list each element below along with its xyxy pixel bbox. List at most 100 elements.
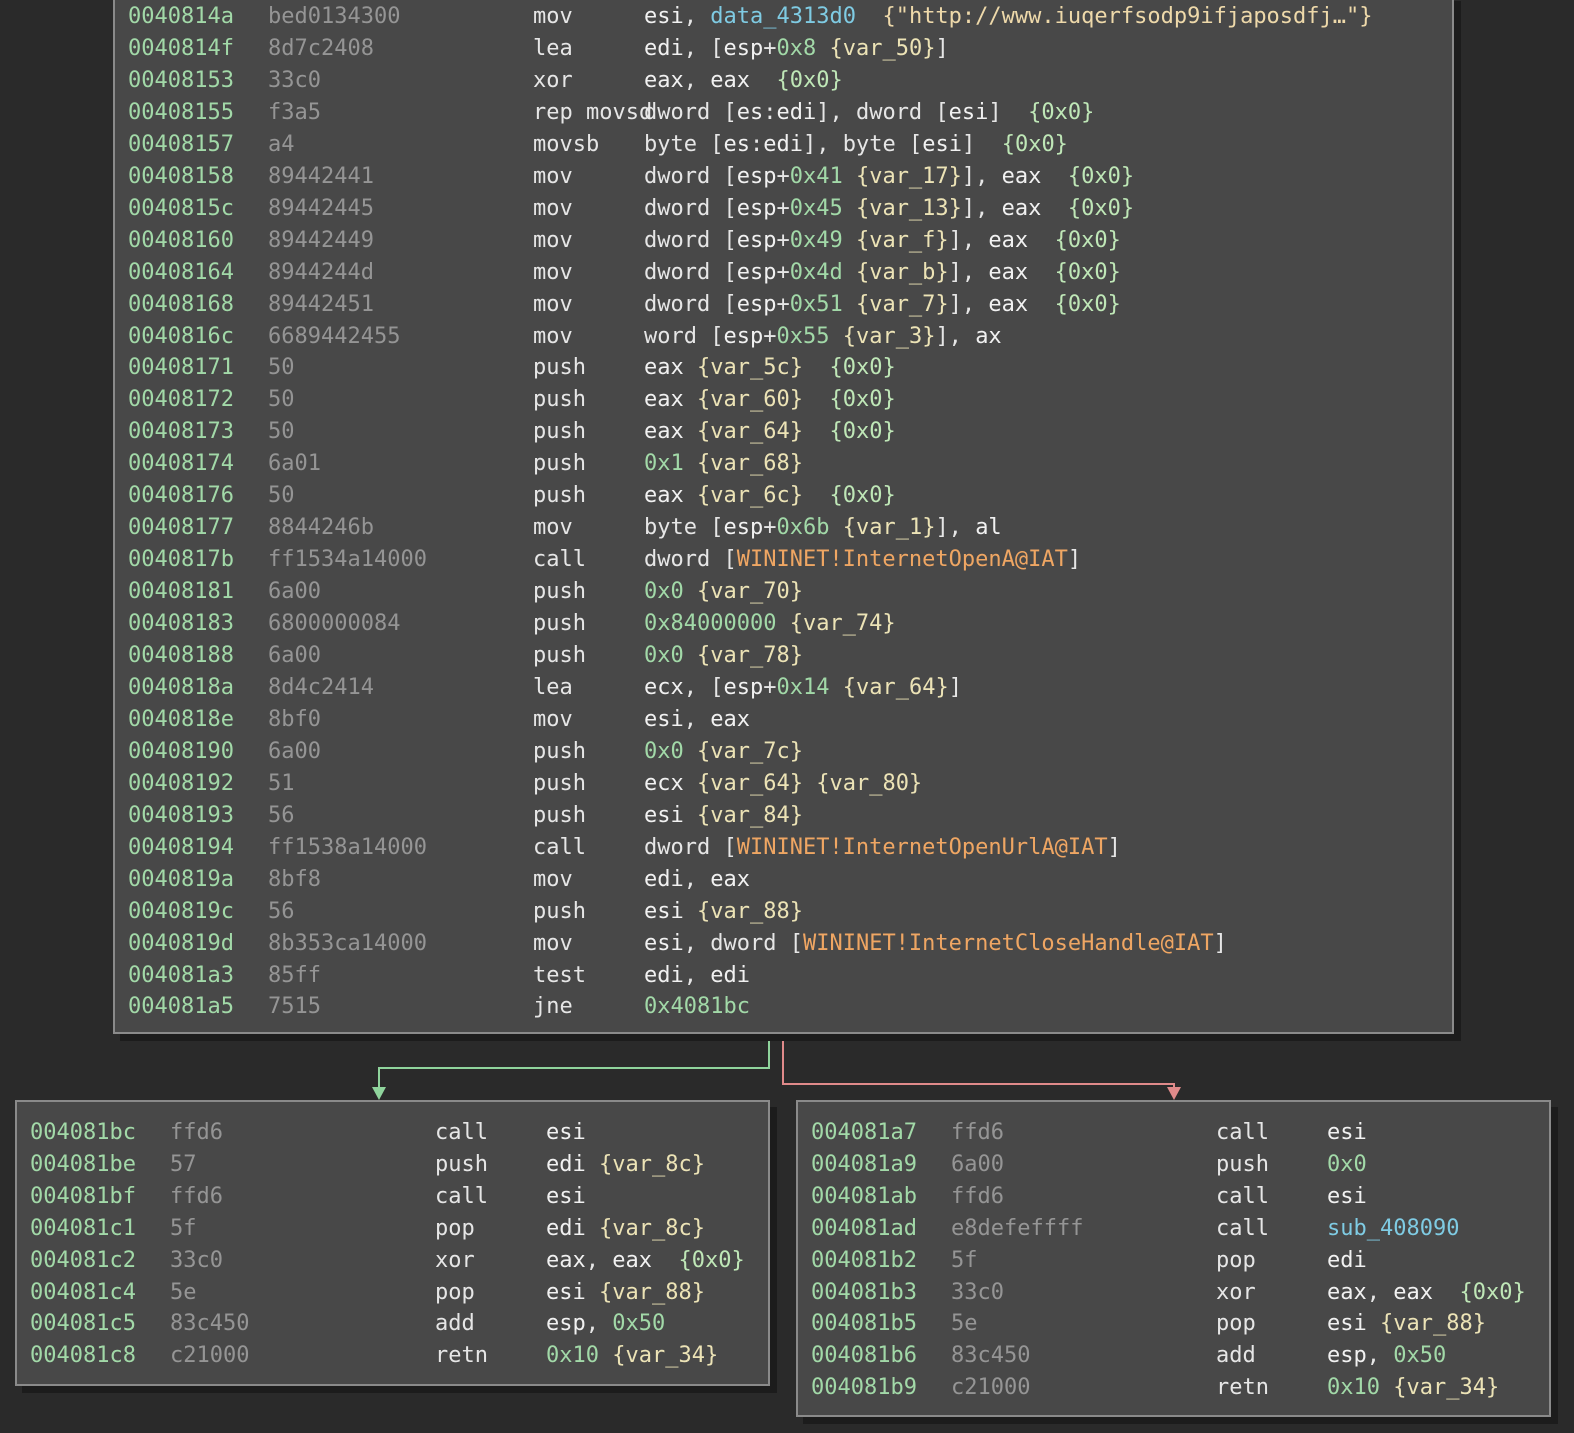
instruction-row[interactable]: 004081bc ffd6 call esi bbox=[17, 1117, 768, 1149]
instruction-address[interactable]: 0040819d bbox=[128, 928, 234, 960]
instruction-row[interactable]: 004081ab ffd6 call esi bbox=[798, 1181, 1549, 1213]
instruction-row[interactable]: 004081a5 7515 jne 0x4081bc bbox=[115, 991, 1452, 1023]
instruction-row[interactable]: 00408168 89442451 mov dword [esp+0x51 {var_… bbox=[115, 289, 1452, 321]
instruction-address[interactable]: 0040819c bbox=[128, 896, 234, 928]
instruction-row[interactable]: 0040817b ff1534a14000 call dword [WININET!I… bbox=[115, 544, 1452, 576]
instruction-address[interactable]: 00408192 bbox=[128, 768, 234, 800]
instruction-address[interactable]: 004081b2 bbox=[811, 1245, 917, 1277]
instruction-row[interactable]: 004081c1 5f pop edi {var_8c} bbox=[17, 1213, 768, 1245]
instruction-row[interactable]: 004081b9 c21000 retn 0x10 {var_34} bbox=[798, 1372, 1549, 1404]
instruction-address[interactable]: 004081c4 bbox=[30, 1277, 136, 1309]
operand-token-imp[interactable]: WININET!InternetCloseHandle@IAT bbox=[803, 931, 1214, 956]
instruction-address[interactable]: 00408153 bbox=[128, 65, 234, 97]
instruction-row[interactable]: 00408155 f3a5 rep movsd dword [es:edi], dwo… bbox=[115, 97, 1452, 129]
instruction-address[interactable]: 004081b9 bbox=[811, 1372, 917, 1404]
instruction-address[interactable]: 00408157 bbox=[128, 129, 234, 161]
instruction-address[interactable]: 00408155 bbox=[128, 97, 234, 129]
instruction-row[interactable]: 00408176 50 push eax {var_6c} {0x0} bbox=[115, 480, 1452, 512]
instruction-row[interactable]: 0040814a bed0134300 mov esi, data_4313d0 {"… bbox=[115, 1, 1452, 33]
instruction-row[interactable]: 004081b6 83c450 add esp, 0x50 bbox=[798, 1340, 1549, 1372]
instruction-row[interactable]: 0040815c 89442445 mov dword [esp+0x45 {var_… bbox=[115, 193, 1452, 225]
instruction-row[interactable]: 004081c8 c21000 retn 0x10 {var_34} bbox=[17, 1340, 768, 1372]
instruction-address[interactable]: 004081b6 bbox=[811, 1340, 917, 1372]
basic-block-004081a7[interactable]: 004081a7 ffd6 call esi 004081a9 6a00 push 0x0 00… bbox=[796, 1100, 1551, 1417]
instruction-row[interactable]: 004081be 57 push edi {var_8c} bbox=[17, 1149, 768, 1181]
instruction-address[interactable]: 00408177 bbox=[128, 512, 234, 544]
instruction-address[interactable]: 00408176 bbox=[128, 480, 234, 512]
instruction-address[interactable]: 0040814f bbox=[128, 33, 234, 65]
instruction-row[interactable]: 00408171 50 push eax {var_5c} {0x0} bbox=[115, 352, 1452, 384]
instruction-address[interactable]: 0040815c bbox=[128, 193, 234, 225]
instruction-address[interactable]: 004081bf bbox=[30, 1181, 136, 1213]
instruction-row[interactable]: 004081bf ffd6 call esi bbox=[17, 1181, 768, 1213]
instruction-row[interactable]: 004081a9 6a00 push 0x0 bbox=[798, 1149, 1549, 1181]
instruction-address[interactable]: 00408193 bbox=[128, 800, 234, 832]
instruction-address[interactable]: 0040814a bbox=[128, 1, 234, 33]
instruction-address[interactable]: 00408174 bbox=[128, 448, 234, 480]
instruction-row[interactable]: 0040818e 8bf0 mov esi, eax bbox=[115, 704, 1452, 736]
instruction-row[interactable]: 0040819d 8b353ca14000 mov esi, dword [WININ… bbox=[115, 928, 1452, 960]
instruction-row[interactable]: 00408160 89442449 mov dword [esp+0x49 {var_… bbox=[115, 225, 1452, 257]
instruction-address[interactable]: 00408181 bbox=[128, 576, 234, 608]
instruction-address[interactable]: 004081c1 bbox=[30, 1213, 136, 1245]
instruction-row[interactable]: 00408181 6a00 push 0x0 {var_70} bbox=[115, 576, 1452, 608]
instruction-address[interactable]: 004081b5 bbox=[811, 1308, 917, 1340]
instruction-row[interactable]: 0040819a 8bf8 mov edi, eax bbox=[115, 864, 1452, 896]
instruction-address[interactable]: 004081be bbox=[30, 1149, 136, 1181]
instruction-row[interactable]: 00408188 6a00 push 0x0 {var_78} bbox=[115, 640, 1452, 672]
instruction-row[interactable]: 00408193 56 push esi {var_84} bbox=[115, 800, 1452, 832]
operand-token-data[interactable]: data_4313d0 bbox=[710, 4, 856, 29]
instruction-row[interactable]: 004081a7 ffd6 call esi bbox=[798, 1117, 1549, 1149]
instruction-row[interactable]: 0040814f 8d7c2408 lea edi, [esp+0x8 {var_50… bbox=[115, 33, 1452, 65]
instruction-address[interactable]: 00408158 bbox=[128, 161, 234, 193]
instruction-address[interactable]: 004081bc bbox=[30, 1117, 136, 1149]
instruction-address[interactable]: 0040818e bbox=[128, 704, 234, 736]
instruction-address[interactable]: 00408172 bbox=[128, 384, 234, 416]
instruction-row[interactable]: 004081c4 5e pop esi {var_88} bbox=[17, 1277, 768, 1309]
instruction-address[interactable]: 004081ab bbox=[811, 1181, 917, 1213]
instruction-address[interactable]: 00408190 bbox=[128, 736, 234, 768]
instruction-address[interactable]: 004081c5 bbox=[30, 1308, 136, 1340]
instruction-row[interactable]: 004081b2 5f pop edi bbox=[798, 1245, 1549, 1277]
operand-token-imp[interactable]: WININET!InternetOpenA@IAT bbox=[737, 547, 1068, 572]
instruction-address[interactable]: 004081a7 bbox=[811, 1117, 917, 1149]
instruction-row[interactable]: 0040819c 56 push esi {var_88} bbox=[115, 896, 1452, 928]
instruction-address[interactable]: 004081a5 bbox=[128, 991, 234, 1023]
operand-token-fn[interactable]: sub_408090 bbox=[1327, 1216, 1459, 1241]
instruction-address[interactable]: 0040816c bbox=[128, 321, 234, 353]
basic-block-004081bc[interactable]: 004081bc ffd6 call esi 004081be 57 push edi {va… bbox=[15, 1100, 770, 1386]
instruction-address[interactable]: 0040817b bbox=[128, 544, 234, 576]
instruction-row[interactable]: 00408157 a4 movsb byte [es:edi], byte [esi]… bbox=[115, 129, 1452, 161]
instruction-address[interactable]: 004081c2 bbox=[30, 1245, 136, 1277]
instruction-address[interactable]: 00408160 bbox=[128, 225, 234, 257]
instruction-address[interactable]: 004081ad bbox=[811, 1213, 917, 1245]
instruction-address[interactable]: 00408171 bbox=[128, 352, 234, 384]
operand-token-imp[interactable]: WININET!InternetOpenUrlA@IAT bbox=[737, 835, 1108, 860]
basic-block-0040814a[interactable]: 0040814a bed0134300 mov esi, data_4313d0 {"… bbox=[113, 0, 1454, 1034]
instruction-row[interactable]: 0040818a 8d4c2414 lea ecx, [esp+0x14 {var_6… bbox=[115, 672, 1452, 704]
instruction-row[interactable]: 00408164 8944244d mov dword [esp+0x4d {var_… bbox=[115, 257, 1452, 289]
instruction-address[interactable]: 004081a3 bbox=[128, 960, 234, 992]
instruction-row[interactable]: 00408192 51 push ecx {var_64} {var_80} bbox=[115, 768, 1452, 800]
instruction-address[interactable]: 0040818a bbox=[128, 672, 234, 704]
instruction-row[interactable]: 0040816c 6689442455 mov word [esp+0x55 {var… bbox=[115, 321, 1452, 353]
instruction-row[interactable]: 00408172 50 push eax {var_60} {0x0} bbox=[115, 384, 1452, 416]
instruction-row[interactable]: 00408158 89442441 mov dword [esp+0x41 {var_… bbox=[115, 161, 1452, 193]
instruction-row[interactable]: 004081b5 5e pop esi {var_88} bbox=[798, 1308, 1549, 1340]
instruction-address[interactable]: 00408168 bbox=[128, 289, 234, 321]
instruction-row[interactable]: 00408153 33c0 xor eax, eax {0x0} bbox=[115, 65, 1452, 97]
instruction-row[interactable]: 00408183 6800000084 push 0x84000000 {var_74… bbox=[115, 608, 1452, 640]
instruction-row[interactable]: 00408174 6a01 push 0x1 {var_68} bbox=[115, 448, 1452, 480]
instruction-address[interactable]: 004081b3 bbox=[811, 1277, 917, 1309]
instruction-row[interactable]: 00408173 50 push eax {var_64} {0x0} bbox=[115, 416, 1452, 448]
instruction-row[interactable]: 004081c2 33c0 xor eax, eax {0x0} bbox=[17, 1245, 768, 1277]
instruction-row[interactable]: 00408177 8844246b mov byte [esp+0x6b {var_1… bbox=[115, 512, 1452, 544]
instruction-address[interactable]: 00408164 bbox=[128, 257, 234, 289]
instruction-row[interactable]: 004081ad e8defeffff call sub_408090 bbox=[798, 1213, 1549, 1245]
instruction-row[interactable]: 00408194 ff1538a14000 call dword [WININET!I… bbox=[115, 832, 1452, 864]
instruction-address[interactable]: 00408183 bbox=[128, 608, 234, 640]
instruction-row[interactable]: 004081b3 33c0 xor eax, eax {0x0} bbox=[798, 1277, 1549, 1309]
instruction-address[interactable]: 004081c8 bbox=[30, 1340, 136, 1372]
instruction-address[interactable]: 00408188 bbox=[128, 640, 234, 672]
instruction-address[interactable]: 00408194 bbox=[128, 832, 234, 864]
